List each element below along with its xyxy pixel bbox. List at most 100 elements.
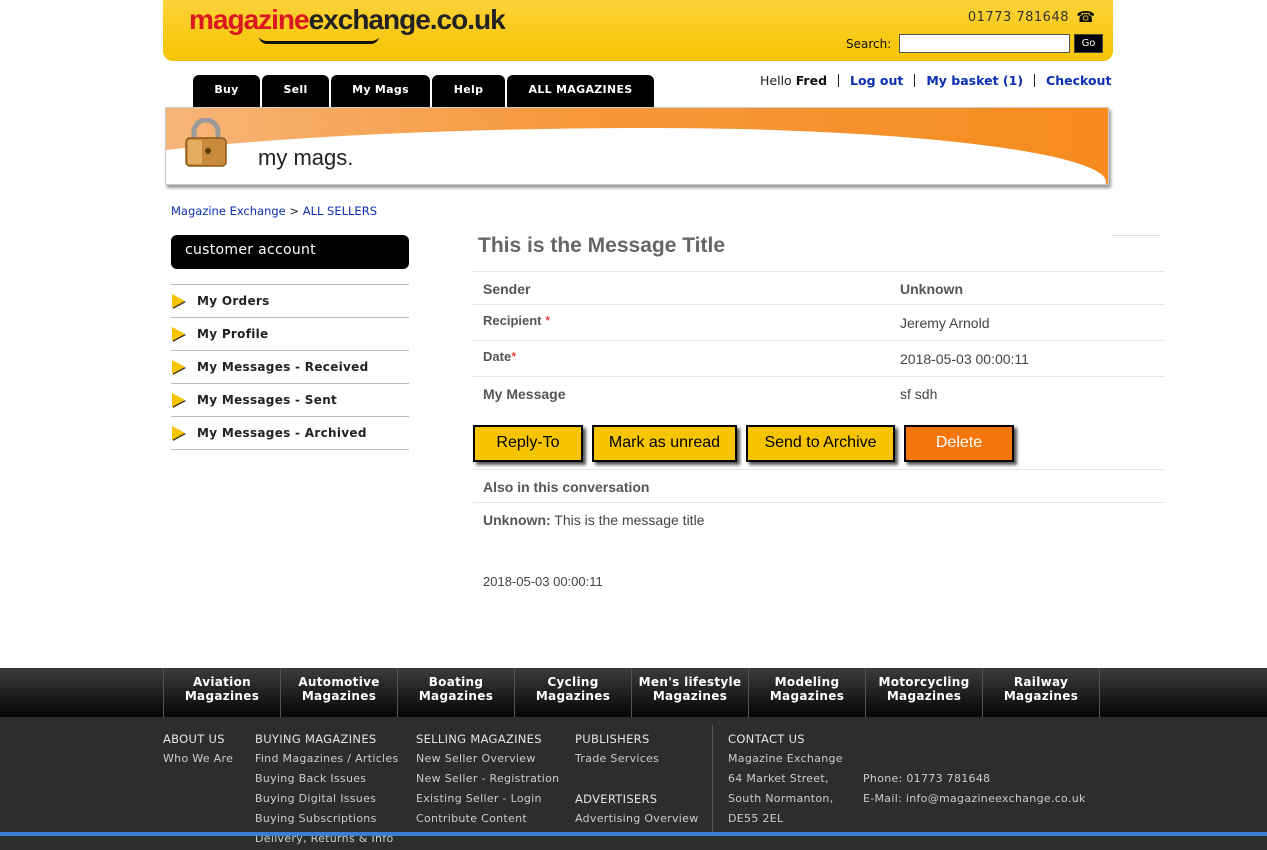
contact-line: South Normanton, — [728, 792, 834, 805]
category-label: Aviation — [193, 675, 251, 689]
category-boating[interactable]: Boating Magazines — [398, 668, 515, 717]
reply-button[interactable]: Reply-To — [473, 425, 583, 462]
breadcrumb-current-link[interactable]: ALL SELLERS — [303, 204, 377, 218]
footer-buying: BUYING MAGAZINES Find Magazines / Articl… — [255, 729, 399, 849]
divider — [1034, 74, 1036, 87]
search-input[interactable] — [899, 34, 1070, 53]
category-label: Railway — [1013, 675, 1069, 689]
archive-button[interactable]: Send to Archive — [746, 425, 895, 462]
telephone-icon: ☎ — [1076, 8, 1095, 26]
footer-link[interactable]: Trade Services — [575, 749, 699, 769]
tab-my-mags[interactable]: My Mags — [331, 75, 430, 108]
conversation-entry[interactable]: Unknown: This is the message title — [483, 512, 704, 528]
category-sublabel: Magazines — [769, 689, 845, 703]
banner-title: my mags. — [258, 145, 354, 170]
title-rule — [1112, 235, 1160, 236]
greeting: Hello — [760, 73, 792, 88]
delete-button[interactable]: Delete — [904, 425, 1014, 462]
category-list: Aviation Magazines Automotive Magazines Bo… — [163, 668, 1100, 717]
footer-about: ABOUT US Who We Are — [163, 729, 233, 769]
footer-link[interactable]: Existing Seller - Login — [416, 789, 559, 809]
account-menu: My Orders My Profile My Messages - Recei… — [171, 284, 409, 450]
logout-link[interactable]: Log out — [850, 73, 903, 88]
footer-heading: CONTACT US — [728, 732, 805, 746]
sidebar-item-messages-sent[interactable]: My Messages - Sent — [171, 384, 409, 417]
tab-buy[interactable]: Buy — [193, 75, 260, 108]
sidebar-item-label: My Profile — [197, 327, 269, 341]
sidebar-item-my-orders[interactable]: My Orders — [171, 285, 409, 318]
sidebar-item-label: My Orders — [197, 294, 270, 308]
recipient-row: Recipient * Jeremy Arnold — [473, 304, 1164, 340]
category-label: Motorcycling — [878, 675, 970, 689]
recipient-label-text: Recipient — [483, 313, 542, 328]
sidebar-item-messages-archived[interactable]: My Messages - Archived — [171, 417, 409, 450]
breadcrumb-home-link[interactable]: Magazine Exchange — [171, 204, 286, 218]
category-label: Cycling — [547, 675, 599, 689]
sender-value: Unknown — [900, 281, 963, 297]
search-go-button[interactable]: Go — [1074, 34, 1103, 53]
footer-link[interactable]: Buying Subscriptions — [255, 809, 399, 829]
footer-spacer — [575, 769, 699, 789]
breadcrumb: Magazine Exchange > ALL SELLERS — [171, 204, 377, 218]
site-logo[interactable]: magazineexchange.co.uk — [189, 4, 506, 36]
footer-divider — [712, 725, 713, 835]
footer-link[interactable]: Advertising Overview — [575, 809, 699, 829]
sidebar-item-label: My Messages - Archived — [197, 426, 367, 440]
footer-link[interactable]: Buying Digital Issues — [255, 789, 399, 809]
bottom-accent-bar — [0, 832, 1267, 836]
tab-sell[interactable]: Sell — [262, 75, 329, 108]
checkout-link[interactable]: Checkout — [1046, 73, 1111, 88]
tab-help[interactable]: Help — [432, 75, 505, 108]
category-mens-lifestyle[interactable]: Men's lifestyle Magazines — [632, 668, 749, 717]
category-modeling[interactable]: Modeling Magazines — [749, 668, 866, 717]
arrow-right-icon — [172, 327, 185, 341]
basket-link[interactable]: My basket (1) — [926, 73, 1023, 88]
footer-link[interactable]: Contribute Content — [416, 809, 559, 829]
customer-account-heading: customer account — [171, 235, 409, 269]
breadcrumb-separator: > — [289, 204, 300, 218]
tab-all-magazines[interactable]: ALL MAGAZINES — [507, 75, 654, 108]
footer-heading: SELLING MAGAZINES — [416, 732, 542, 746]
footer-link[interactable]: New Seller - Registration — [416, 769, 559, 789]
user-bar: Hello Fred Log out My basket (1) Checkou… — [760, 73, 1111, 88]
footer-link[interactable]: Find Magazines / Articles — [255, 749, 399, 769]
sender-label: Sender — [483, 281, 531, 297]
search-label: Search: — [846, 37, 892, 51]
category-sublabel: Magazines — [418, 689, 494, 703]
footer-contact-details: Phone: 01773 781648 E-Mail: info@magazin… — [863, 769, 1086, 809]
category-railway[interactable]: Railway Magazines — [983, 668, 1100, 717]
category-aviation[interactable]: Aviation Magazines — [164, 668, 281, 717]
mark-unread-button[interactable]: Mark as unread — [592, 425, 737, 462]
date-value: 2018-05-03 00:00:11 — [900, 351, 1029, 367]
category-label: Boating — [428, 675, 484, 689]
sidebar-item-my-profile[interactable]: My Profile — [171, 318, 409, 351]
padlock-icon — [185, 118, 227, 167]
logo-text-exchange: exchange.co.uk — [308, 4, 506, 35]
footer-heading: ABOUT US — [163, 732, 225, 746]
site-header: magazineexchange.co.uk 01773 781648 ☎ Se… — [163, 0, 1113, 61]
sidebar-item-messages-received[interactable]: My Messages - Received — [171, 351, 409, 384]
footer-heading: PUBLISHERS — [575, 732, 650, 746]
logo-text-magazine: magazine — [189, 4, 310, 35]
category-motorcycling[interactable]: Motorcycling Magazines — [866, 668, 983, 717]
footer-link[interactable]: New Seller Overview — [416, 749, 559, 769]
category-sublabel: Magazines — [652, 689, 728, 703]
footer-selling: SELLING MAGAZINES New Seller Overview Ne… — [416, 729, 559, 829]
category-sublabel: Magazines — [886, 689, 962, 703]
date-label-text: Date — [483, 349, 512, 364]
required-mark: * — [545, 313, 551, 328]
page-banner: my mags. — [165, 107, 1109, 185]
footer-email[interactable]: E-Mail: info@magazineexchange.co.uk — [863, 789, 1086, 809]
footer-link[interactable]: Who We Are — [163, 749, 233, 769]
footer-link[interactable]: Buying Back Issues — [255, 769, 399, 789]
category-automotive[interactable]: Automotive Magazines — [281, 668, 398, 717]
user-name: Fred — [795, 73, 828, 88]
category-cycling[interactable]: Cycling Magazines — [515, 668, 632, 717]
body-value: sf sdh — [900, 386, 938, 402]
body-label: My Message — [483, 386, 566, 402]
required-mark: * — [511, 349, 517, 364]
arrow-right-icon — [172, 393, 185, 407]
category-label: Modeling — [774, 675, 840, 689]
footer-publishers: PUBLISHERS Trade Services ADVERTISERS Ad… — [575, 729, 699, 829]
category-label: Automotive — [298, 675, 380, 689]
